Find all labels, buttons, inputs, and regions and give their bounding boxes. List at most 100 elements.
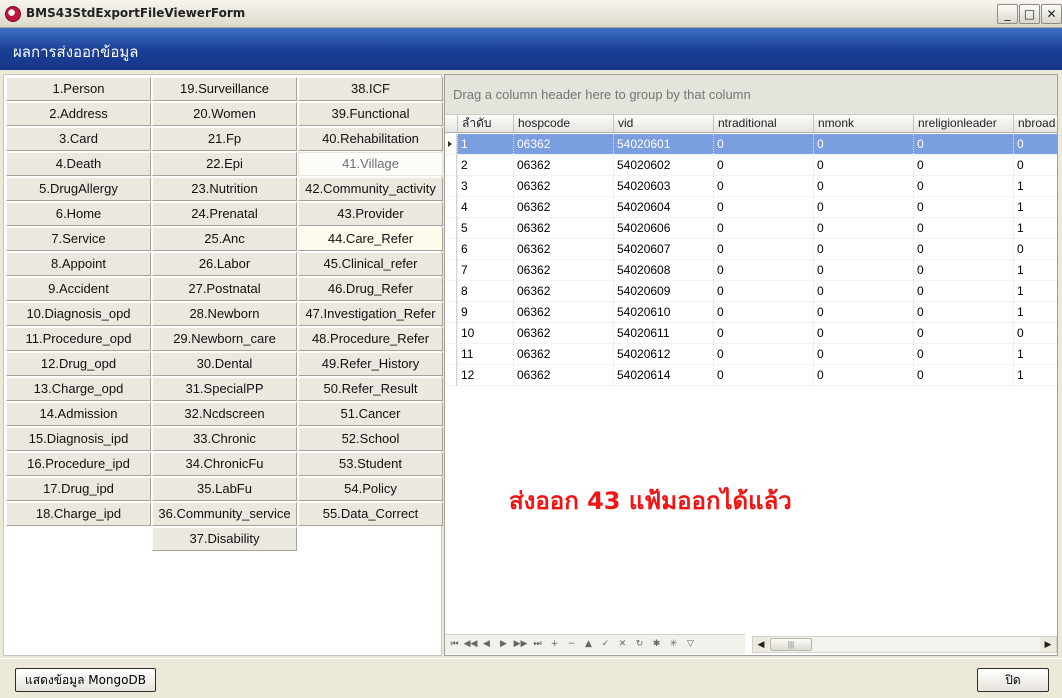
file-button-49-refer-history[interactable]: 49.Refer_History xyxy=(298,352,443,376)
file-button-30-dental[interactable]: 30.Dental xyxy=(152,352,297,376)
table-cell[interactable]: 1 xyxy=(1013,197,1062,217)
table-cell[interactable]: 0 xyxy=(813,134,913,154)
row-indicator[interactable] xyxy=(445,281,457,302)
table-cell[interactable]: 0 xyxy=(713,218,813,238)
table-cell[interactable]: 0 xyxy=(913,218,1013,238)
table-cell[interactable]: 06362 xyxy=(513,344,613,364)
table-cell[interactable]: 0 xyxy=(1013,134,1062,154)
post-icon[interactable]: ✓ xyxy=(598,637,613,652)
file-button-43-provider[interactable]: 43.Provider xyxy=(298,202,443,226)
table-cell[interactable]: 1 xyxy=(1013,218,1062,238)
table-cell[interactable]: 0 xyxy=(813,365,913,385)
file-button-3-card[interactable]: 3.Card xyxy=(6,127,151,151)
table-cell[interactable]: 0 xyxy=(913,260,1013,280)
file-button-45-clinical-refer[interactable]: 45.Clinical_refer xyxy=(298,252,443,276)
column-header[interactable]: vid xyxy=(613,115,713,133)
table-cell[interactable]: 0 xyxy=(713,197,813,217)
table-cell[interactable]: 06362 xyxy=(513,176,613,196)
table-cell[interactable]: 0 xyxy=(713,176,813,196)
table-cell[interactable]: 1 xyxy=(1013,176,1062,196)
row-indicator[interactable] xyxy=(445,260,457,281)
refresh-icon[interactable]: ↻ xyxy=(632,637,647,652)
file-button-40-rehabilitation[interactable]: 40.Rehabilitation xyxy=(298,127,443,151)
close-button[interactable]: ปิด xyxy=(977,668,1049,692)
file-button-7-service[interactable]: 7.Service xyxy=(6,227,151,251)
file-button-33-chronic[interactable]: 33.Chronic xyxy=(152,427,297,451)
table-cell[interactable]: 06362 xyxy=(513,218,613,238)
table-cell[interactable]: 1 xyxy=(1013,260,1062,280)
table-cell[interactable]: 54020601 xyxy=(613,134,713,154)
table-cell[interactable]: 06362 xyxy=(513,134,613,154)
file-button-4-death[interactable]: 4.Death xyxy=(6,152,151,176)
file-button-20-women[interactable]: 20.Women xyxy=(152,102,297,126)
table-cell[interactable]: 0 xyxy=(813,260,913,280)
table-cell[interactable]: 0 xyxy=(813,239,913,259)
last-page-icon[interactable]: ⏭ xyxy=(530,637,545,652)
column-header[interactable]: nmonk xyxy=(813,115,913,133)
table-cell[interactable]: 0 xyxy=(913,302,1013,322)
file-button-21-fp[interactable]: 21.Fp xyxy=(152,127,297,151)
table-row[interactable]: 8 06362 54020609 0 0 0 1 xyxy=(445,281,1057,302)
table-cell[interactable]: 1 xyxy=(1013,281,1062,301)
file-button-29-newborn-care[interactable]: 29.Newborn_care xyxy=(152,327,297,351)
table-cell[interactable]: 0 xyxy=(913,155,1013,175)
table-cell[interactable]: 0 xyxy=(1013,239,1062,259)
table-cell[interactable]: 9 xyxy=(457,302,513,322)
file-button-46-drug-refer[interactable]: 46.Drug_Refer xyxy=(298,277,443,301)
file-button-54-policy[interactable]: 54.Policy xyxy=(298,477,443,501)
file-button-23-nutrition[interactable]: 23.Nutrition xyxy=(152,177,297,201)
goto-bookmark-icon[interactable]: ✳ xyxy=(666,637,681,652)
file-button-13-charge-opd[interactable]: 13.Charge_opd xyxy=(6,377,151,401)
table-cell[interactable]: 06362 xyxy=(513,155,613,175)
horizontal-scrollbar[interactable]: ◀ ||| ▶ xyxy=(752,636,1057,653)
scroll-left-icon[interactable]: ◀ xyxy=(753,637,769,652)
table-cell[interactable]: 1 xyxy=(1013,365,1062,385)
column-header[interactable]: nreligionleader xyxy=(913,115,1013,133)
table-cell[interactable]: 54020614 xyxy=(613,365,713,385)
scroll-thumb[interactable]: ||| xyxy=(770,638,812,651)
file-button-48-procedure-refer[interactable]: 48.Procedure_Refer xyxy=(298,327,443,351)
table-cell[interactable]: 0 xyxy=(813,155,913,175)
table-cell[interactable]: 2 xyxy=(457,155,513,175)
table-row[interactable]: 4 06362 54020604 0 0 0 1 xyxy=(445,197,1057,218)
table-cell[interactable]: 0 xyxy=(713,323,813,343)
column-header[interactable]: hospcode xyxy=(513,115,613,133)
column-header[interactable]: ntraditional xyxy=(713,115,813,133)
file-button-18-charge-ipd[interactable]: 18.Charge_ipd xyxy=(6,502,151,526)
table-row[interactable]: 12 06362 54020614 0 0 0 1 xyxy=(445,365,1057,386)
table-cell[interactable]: 11 xyxy=(457,344,513,364)
table-cell[interactable]: 54020610 xyxy=(613,302,713,322)
file-button-25-anc[interactable]: 25.Anc xyxy=(152,227,297,251)
table-cell[interactable]: 54020606 xyxy=(613,218,713,238)
table-cell[interactable]: 54020604 xyxy=(613,197,713,217)
file-button-55-data-correct[interactable]: 55.Data_Correct xyxy=(298,502,443,526)
table-cell[interactable]: 0 xyxy=(913,365,1013,385)
table-cell[interactable]: 54020611 xyxy=(613,323,713,343)
file-button-8-appoint[interactable]: 8.Appoint xyxy=(6,252,151,276)
table-cell[interactable]: 12 xyxy=(457,365,513,385)
table-row[interactable]: 5 06362 54020606 0 0 0 1 xyxy=(445,218,1057,239)
file-button-26-labor[interactable]: 26.Labor xyxy=(152,252,297,276)
next-page-icon[interactable]: ▶▶ xyxy=(513,637,528,652)
table-cell[interactable]: 3 xyxy=(457,176,513,196)
table-cell[interactable]: 1 xyxy=(1013,302,1062,322)
table-cell[interactable]: 0 xyxy=(713,239,813,259)
table-cell[interactable]: 0 xyxy=(713,134,813,154)
table-cell[interactable]: 6 xyxy=(457,239,513,259)
table-cell[interactable]: 06362 xyxy=(513,239,613,259)
row-indicator[interactable] xyxy=(445,134,457,155)
table-cell[interactable]: 06362 xyxy=(513,365,613,385)
filter-icon[interactable]: ▽ xyxy=(683,637,698,652)
file-button-1-person[interactable]: 1.Person xyxy=(6,77,151,101)
table-cell[interactable]: 0 xyxy=(913,239,1013,259)
table-cell[interactable]: 0 xyxy=(813,176,913,196)
prev-page-icon[interactable]: ◀◀ xyxy=(463,637,478,652)
file-button-11-procedure-opd[interactable]: 11.Procedure_opd xyxy=(6,327,151,351)
table-row[interactable]: 10 06362 54020611 0 0 0 0 xyxy=(445,323,1057,344)
file-button-22-epi[interactable]: 22.Epi xyxy=(152,152,297,176)
row-indicator[interactable] xyxy=(445,176,457,197)
column-header[interactable]: nbroad xyxy=(1013,115,1062,133)
file-button-44-care-refer[interactable]: 44.Care_Refer xyxy=(298,227,443,251)
file-button-39-functional[interactable]: 39.Functional xyxy=(298,102,443,126)
table-cell[interactable]: 0 xyxy=(1013,323,1062,343)
